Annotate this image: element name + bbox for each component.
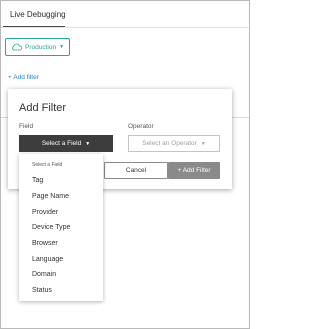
field-dropdown-menu: Select a Field Tag Page Name Provider De… — [19, 154, 103, 301]
field-select[interactable]: Select a Field ▼ — [19, 135, 113, 152]
dropdown-option-page-name[interactable]: Page Name — [32, 191, 98, 202]
dropdown-option-language[interactable]: Language — [32, 254, 98, 265]
environment-label: Production — [25, 43, 57, 51]
app-frame: Live Debugging Production ▼ + Add filter… — [0, 0, 250, 329]
dropdown-option-domain[interactable]: Domain — [32, 269, 98, 280]
dropdown-option-device-type[interactable]: Device Type — [32, 222, 98, 233]
page-title: Live Debugging — [10, 10, 66, 19]
cloud-icon — [12, 43, 22, 51]
modal-title: Add Filter — [19, 102, 67, 114]
operator-label: Operator — [128, 123, 154, 130]
header-divider — [1, 27, 249, 28]
field-label: Field — [19, 123, 34, 130]
operator-select-value: Select an Operator — [142, 140, 197, 147]
caret-down-icon: ▼ — [200, 140, 206, 147]
add-filter-link[interactable]: + Add filter — [8, 74, 39, 81]
operator-select[interactable]: Select an Operator ▼ — [128, 135, 220, 152]
dropdown-option-provider[interactable]: Provider — [32, 207, 98, 218]
field-select-value: Select a Field — [41, 140, 82, 147]
dropdown-option-browser[interactable]: Browser — [32, 238, 98, 249]
caret-down-icon: ▼ — [59, 44, 65, 50]
dropdown-header: Select a Field — [32, 162, 63, 168]
dropdown-option-tag[interactable]: Tag — [32, 175, 98, 186]
dropdown-option-status[interactable]: Status — [32, 285, 98, 296]
environment-selector-button[interactable]: Production ▼ — [5, 38, 70, 56]
cancel-button[interactable]: Cancel — [104, 162, 168, 179]
add-filter-button[interactable]: + Add Filter — [168, 162, 220, 179]
caret-down-icon: ▼ — [85, 140, 91, 147]
